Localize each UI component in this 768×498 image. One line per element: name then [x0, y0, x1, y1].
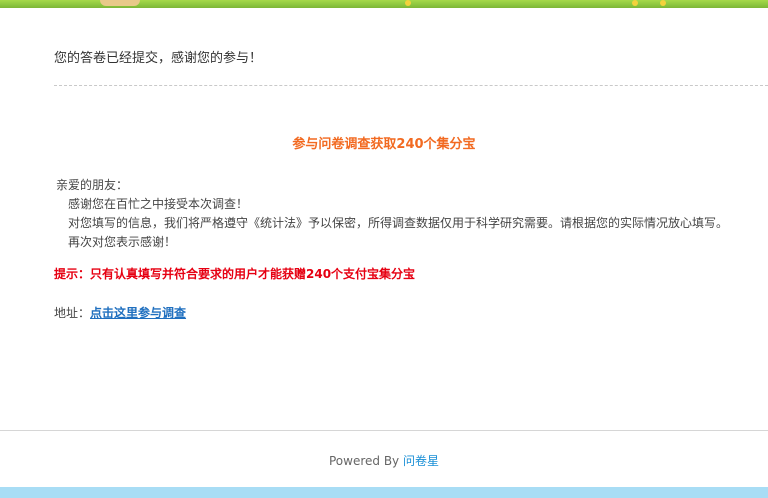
- flower-icon: [405, 0, 411, 6]
- address-label: 地址：: [54, 306, 91, 320]
- submitted-message: 您的答卷已经提交，感谢您的参与！: [54, 51, 263, 66]
- top-banner: [0, 0, 768, 8]
- survey-link[interactable]: 点击这里参与调查: [90, 306, 186, 320]
- promo-title: 参与问卷调查获取240个集分宝: [292, 137, 476, 152]
- footer-divider: [0, 430, 768, 431]
- powered-by: Powered By 问卷星: [0, 452, 768, 469]
- powered-by-label: Powered By: [328, 454, 400, 468]
- letter-greeting: 亲爱的朋友：: [56, 178, 129, 192]
- banner-path-decoration: [100, 0, 140, 6]
- flower-icon: [660, 0, 666, 6]
- dashed-divider: [54, 85, 768, 86]
- letter-block: 亲爱的朋友： 感谢您在百忙之中接受本次调查！ 对您填写的信息，我们将严格遵守《统…: [56, 176, 728, 252]
- bottom-bar: [0, 487, 768, 498]
- brand-link[interactable]: 问卷星: [403, 454, 439, 468]
- address-row: 地址：点击这里参与调查: [54, 304, 186, 321]
- tip-notice: 提示：只有认真填写并符合要求的用户才能获赠240个支付宝集分宝: [54, 267, 416, 281]
- letter-line: 再次对您表示感谢！: [68, 235, 177, 249]
- letter-line: 感谢您在百忙之中接受本次调查！: [68, 197, 249, 211]
- flower-icon: [632, 0, 638, 6]
- letter-line: 对您填写的信息，我们将严格遵守《统计法》予以保密，所得调查数据仅用于科学研究需要…: [68, 216, 729, 230]
